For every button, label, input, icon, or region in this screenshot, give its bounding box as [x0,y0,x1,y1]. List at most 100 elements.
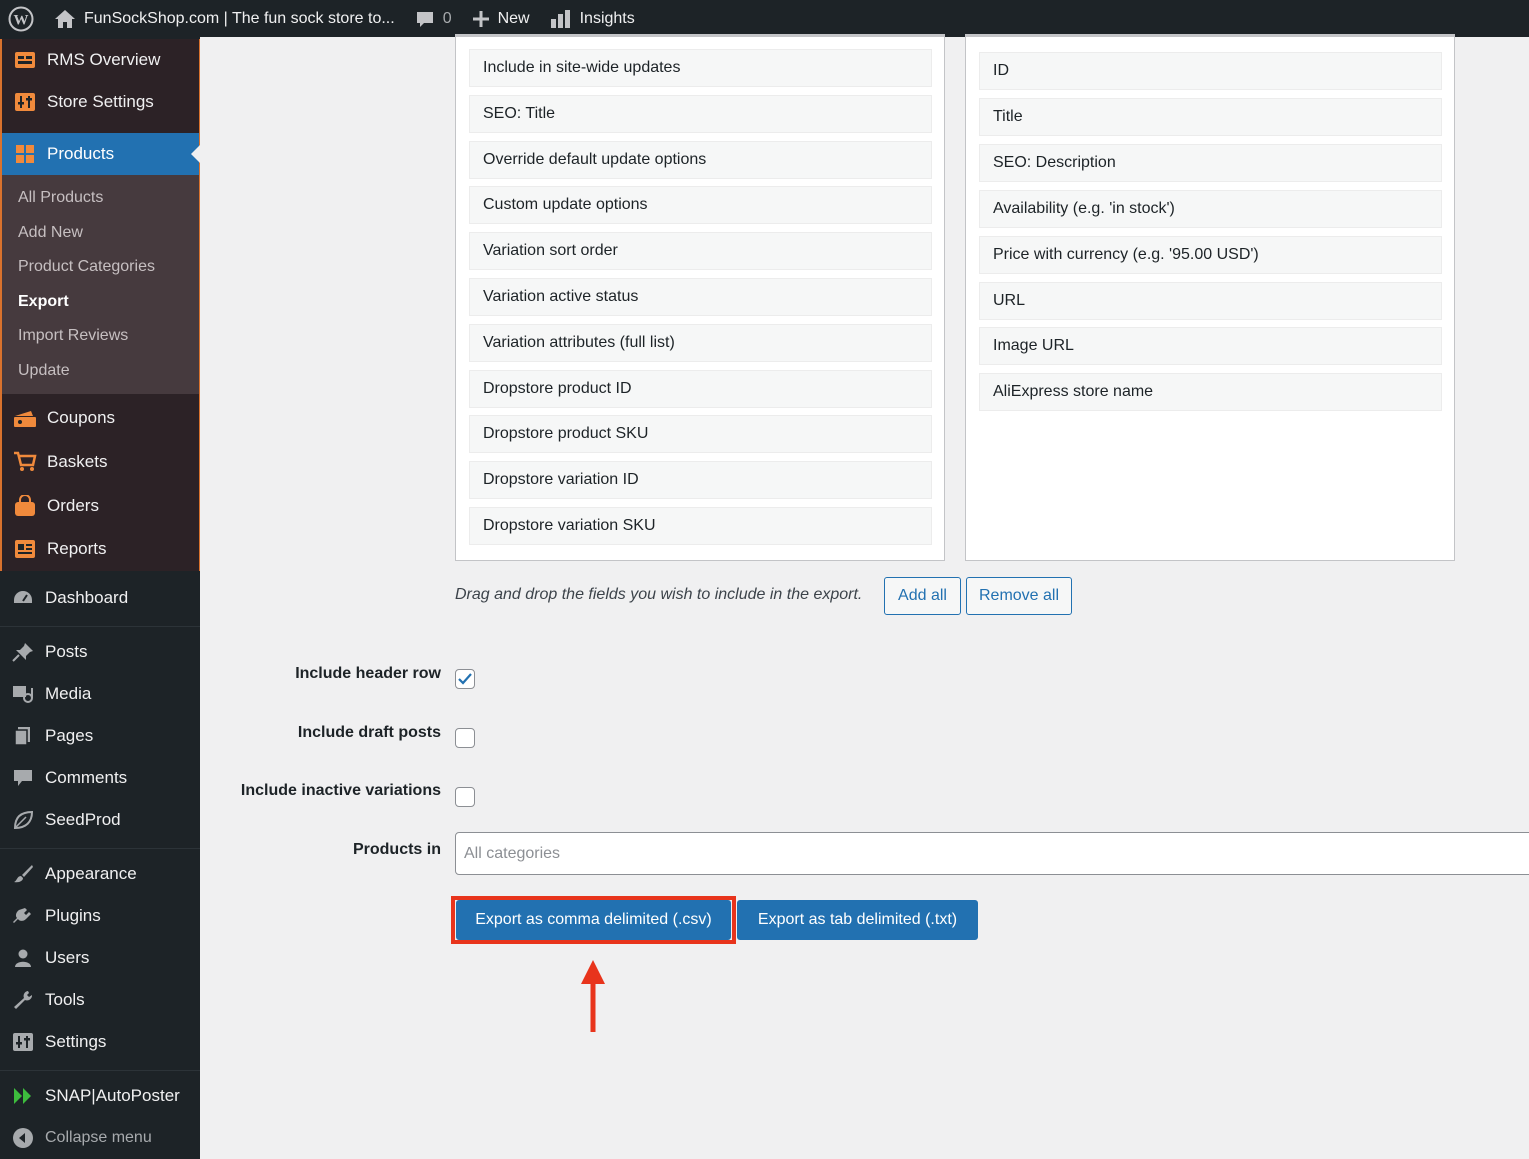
dashboard-icon [10,587,36,609]
menu-label: Comments [45,768,128,787]
orders-icon [12,494,38,517]
menu-label: SNAP|AutoPoster [45,1086,180,1105]
red-arrow-icon [581,960,605,1032]
menu-users[interactable]: Users [0,937,200,979]
include-draft-posts-label: Include draft posts [297,724,441,741]
available-field-item[interactable]: Dropstore product ID [469,369,932,408]
site-title: FunSockShop.com | The fun sock store to.… [84,9,395,27]
menu-rms-overview[interactable]: RMS Overview [2,39,199,81]
submenu-update[interactable]: Update [2,354,199,389]
coupons-icon [12,407,38,429]
available-field-item[interactable]: Include in site-wide updates [469,49,932,87]
selected-field-item[interactable]: Availability (e.g. 'in stock') [979,189,1442,228]
menu-snap-autoposter[interactable]: SNAP|AutoPoster [0,1075,200,1117]
menu-label: Tools [45,990,85,1009]
basket-icon [12,451,38,473]
plus-icon [472,10,489,27]
wordpress-logo-icon[interactable]: W [0,0,44,37]
new-content-link[interactable]: New [462,0,540,37]
menu-label: Pages [45,726,94,745]
include-header-row-label: Include header row [295,665,441,682]
paintbrush-icon [10,863,36,885]
collapse-menu-button[interactable]: Collapse menu [0,1117,200,1159]
menu-posts[interactable]: Posts [0,631,200,673]
home-icon [55,9,75,28]
comments-link[interactable]: 0 [405,0,462,37]
menu-plugins[interactable]: Plugins [0,895,200,937]
menu-dashboard[interactable]: Dashboard [0,577,200,619]
collapse-arrow-icon [10,1127,36,1149]
menu-label: Store Settings [47,92,154,111]
bar-chart-icon [550,9,570,28]
submenu-all-products[interactable]: All Products [2,181,199,216]
submenu-export[interactable]: Export [2,285,199,320]
menu-label: Users [45,948,90,967]
snap-arrows-icon [10,1085,36,1107]
menu-reports[interactable]: Reports [2,527,199,571]
submenu-import-reviews[interactable]: Import Reviews [2,319,199,354]
include-header-row-checkbox[interactable] [455,669,475,689]
menu-label: Collapse menu [45,1129,152,1146]
seedprod-leaf-icon [10,809,36,831]
available-field-item[interactable]: SEO: Title [469,94,932,133]
products-in-label: Products in [352,841,441,858]
include-draft-posts-checkbox[interactable] [455,728,475,748]
new-label: New [497,9,530,27]
menu-comments[interactable]: Comments [0,757,200,799]
menu-tools[interactable]: Tools [0,979,200,1021]
menu-store-settings[interactable]: Store Settings [2,81,199,123]
menu-label: RMS Overview [47,50,161,69]
site-name-link[interactable]: FunSockShop.com | The fun sock store to.… [44,0,405,37]
remove-all-button[interactable]: Remove all [966,577,1072,615]
menu-appearance[interactable]: Appearance [0,853,200,895]
available-field-item[interactable]: Variation sort order [469,232,932,271]
menu-settings[interactable]: Settings [0,1021,200,1063]
insights-label: Insights [579,9,635,27]
products-grid-icon [12,143,38,165]
svg-text:W: W [14,12,29,28]
admin-bar: W FunSockShop.com | The fun sock store t… [0,0,1529,37]
menu-label: Settings [45,1032,107,1051]
selected-field-item[interactable]: Title [979,97,1442,136]
menu-label: Coupons [47,408,116,427]
available-field-item[interactable]: Dropstore variation ID [469,461,932,500]
comment-bubble-icon [416,11,433,27]
menu-label: SeedProd [45,810,121,829]
insights-link[interactable]: Insights [540,0,645,37]
comments-count: 0 [442,9,452,27]
pushpin-icon [10,641,36,663]
available-field-item[interactable]: Dropstore product SKU [469,415,932,454]
menu-label: Appearance [45,864,137,883]
include-inactive-variations-checkbox[interactable] [455,787,475,807]
submenu-add-new[interactable]: Add New [2,216,199,251]
selected-field-item[interactable]: Image URL [979,327,1442,366]
products-submenu: All Products Add New Product Categories … [2,175,199,394]
settings-sliders-icon [10,1031,36,1053]
selected-field-item[interactable]: SEO: Description [979,143,1442,182]
export-txt-button[interactable]: Export as tab delimited (.txt) [737,900,978,940]
menu-products[interactable]: Products [2,133,200,175]
menu-seedprod[interactable]: SeedProd [0,799,200,841]
include-inactive-variations-label: Include inactive variations [240,782,441,799]
available-field-item[interactable]: Dropstore variation SKU [469,507,932,545]
add-all-button[interactable]: Add all [884,577,961,615]
menu-pages[interactable]: Pages [0,715,200,757]
available-field-item[interactable]: Custom update options [469,186,932,225]
available-field-item[interactable]: Variation attributes (full list) [469,323,932,362]
menu-label: Dashboard [45,588,129,607]
selected-field-item[interactable]: URL [979,281,1442,320]
menu-label: Posts [45,642,88,661]
available-field-item[interactable]: Override default update options [469,140,932,179]
highlight-box [451,896,736,944]
selected-field-item[interactable]: Price with currency (e.g. '95.00 USD') [979,235,1442,274]
products-in-category-select[interactable]: All categories [455,832,1529,875]
selected-field-item[interactable]: ID [979,52,1442,90]
selected-field-item[interactable]: AliExpress store name [979,373,1442,412]
menu-media[interactable]: Media [0,673,200,715]
submenu-product-categories[interactable]: Product Categories [2,250,199,285]
menu-orders[interactable]: Orders [2,484,199,527]
menu-baskets[interactable]: Baskets [2,440,199,484]
available-field-item[interactable]: Variation active status [469,278,932,316]
menu-coupons[interactable]: Coupons [2,396,199,440]
menu-label: Plugins [45,906,101,925]
